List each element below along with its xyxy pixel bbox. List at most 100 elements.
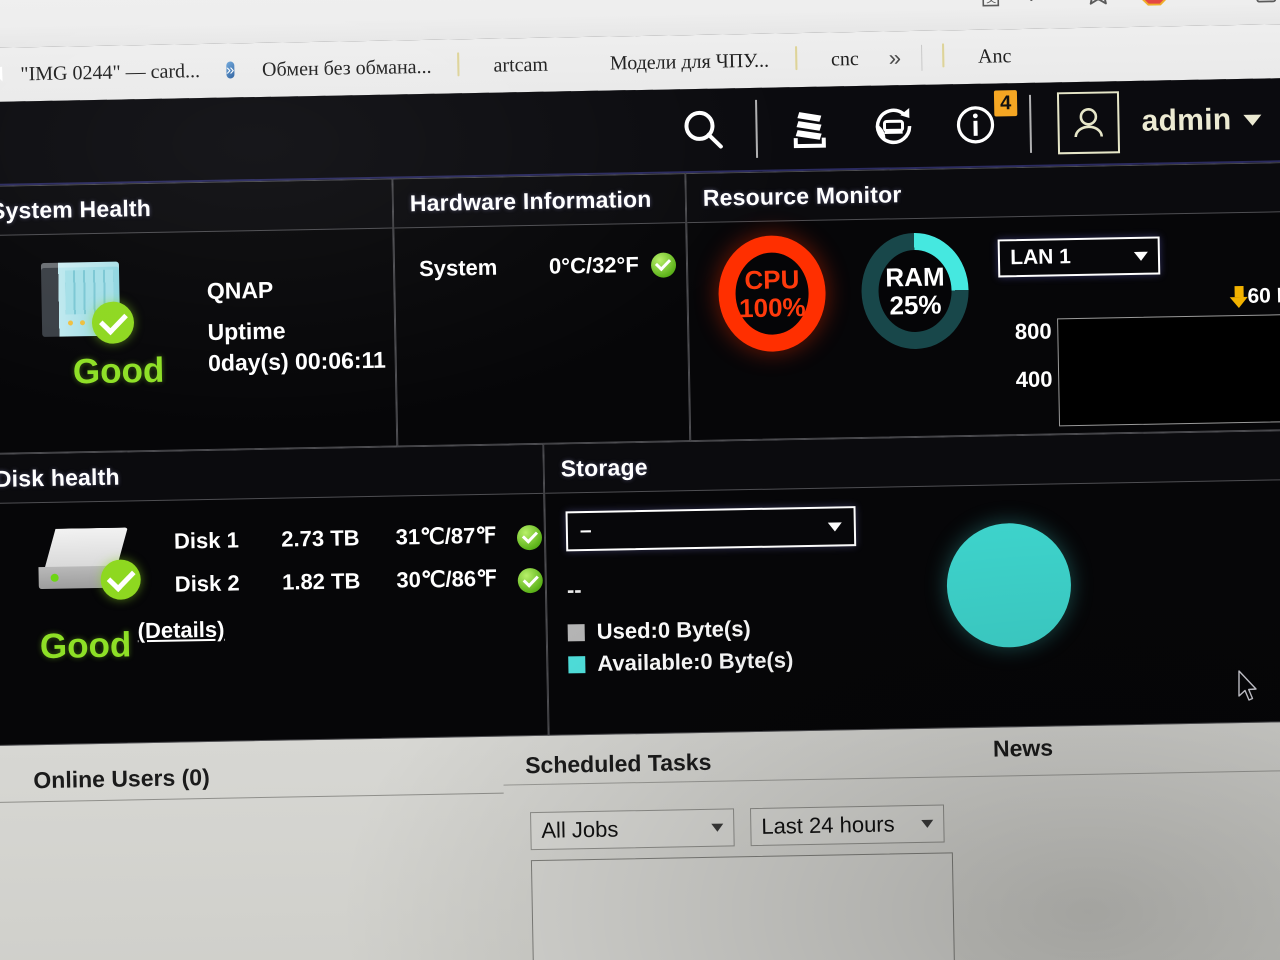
status-ok-icon [516, 524, 543, 550]
network-section: LAN 1 60 B/ 800 400 [997, 226, 1280, 427]
bookmark-item[interactable]: Anc [941, 43, 1012, 70]
screen-content: G 文 [0, 0, 1280, 960]
table-row: Disk 1 2.73 TB 31℃/87℉ [174, 520, 543, 568]
profile-icon[interactable] [1251, 0, 1280, 5]
cpu-gauge[interactable]: CPU 100% [717, 234, 827, 353]
file-station-icon[interactable] [781, 99, 838, 156]
system-health-status: Good [72, 350, 165, 392]
disk-temp: 31℃/87℉ [395, 522, 497, 550]
cpu-label: CPU [744, 264, 800, 296]
blue-oval-icon [574, 51, 600, 77]
share-icon[interactable] [1027, 0, 1058, 9]
disk-health-status: Good [39, 625, 132, 667]
disk-name: Disk 2 [174, 570, 240, 597]
extensions-icon[interactable] [1195, 0, 1226, 6]
network-chart-wrap: 800 400 [999, 313, 1280, 427]
storage-legend: Used:0 Byte(s) Available:0 Byte(s) [567, 606, 1280, 678]
bookmark-item[interactable]: cnc [794, 46, 859, 73]
backup-sync-icon[interactable] [865, 98, 922, 155]
avatar[interactable] [1057, 91, 1121, 155]
nas-device-icon [31, 255, 135, 345]
panel-resource-monitor: Resource Monitor CPU 100% RAM 25% LAN 1 … [685, 161, 1280, 442]
bookmarks-overflow-button[interactable]: » [889, 45, 902, 71]
user-name: admin [1141, 103, 1232, 138]
disk-details-link[interactable]: (Details) [137, 617, 224, 645]
adblock-icon[interactable] [1139, 0, 1170, 7]
y-tick: 800 [1014, 318, 1052, 345]
search-icon[interactable] [675, 101, 732, 158]
hardware-label: System [418, 254, 498, 282]
legend-item-available: Available:0 Byte(s) [568, 638, 1280, 678]
lan-select[interactable]: LAN 1 [997, 236, 1161, 278]
bookmark-label: cnc [830, 47, 859, 70]
time-range-value: Last 24 hours [761, 811, 895, 839]
chevron-down-icon [711, 823, 724, 832]
uptime-value: 0day(s) 00:06:11 [207, 346, 387, 377]
disk-size: 2.73 TB [281, 524, 360, 552]
legend-swatch-used [567, 623, 585, 641]
panel-hardware-information: Hardware Information System 0°C/32°F [392, 173, 691, 447]
uptime-label: Uptime [207, 317, 286, 345]
storage-volume-select[interactable]: – [565, 506, 857, 552]
bookmark-label: Обмен без обмана... [261, 55, 432, 81]
notification-badge: 4 [993, 90, 1018, 117]
scheduled-tasks-title: Scheduled Tasks [524, 748, 712, 779]
ram-label: RAM [885, 261, 945, 293]
jobs-filter-select[interactable]: All Jobs [530, 808, 735, 851]
storage-used-label: Used:0 Byte(s) [596, 616, 751, 644]
storage-available-label: Available:0 Byte(s) [597, 647, 794, 676]
bookmark-item[interactable]: artcam [457, 52, 548, 80]
dashboard: System Health Good QNAP Uptime 0day(s) 0… [0, 161, 1280, 747]
bottom-section: Online Users (0) Scheduled Tasks News Al… [0, 721, 1280, 960]
chart-y-axis: 800 400 [999, 318, 1053, 427]
bookmark-star-icon[interactable] [1083, 0, 1114, 8]
header-divider [755, 99, 759, 158]
user-menu[interactable]: admin [1141, 103, 1262, 139]
panel-system-health: System Health Good QNAP Uptime 0day(s) 0… [0, 178, 398, 455]
scheduled-tasks-controls: All Jobs Last 24 hours [530, 804, 945, 851]
translate-icon[interactable]: G 文 [971, 0, 1002, 10]
time-range-select[interactable]: Last 24 hours [749, 804, 945, 847]
bookmark-item[interactable]: » Обмен без обмана... [225, 54, 432, 84]
mouse-cursor [1237, 670, 1259, 704]
qnap-header-icons: 4 admin [661, 89, 1262, 162]
table-row: Disk 2 1.82 TB 30℃/86℉ [175, 563, 544, 611]
panel-title: System Health [0, 179, 393, 237]
disk-name: Disk 1 [173, 527, 240, 554]
folder-icon [457, 52, 483, 79]
hardware-value: 0°C/32°F [548, 252, 639, 279]
check-badge-icon [100, 559, 142, 600]
network-download-rate: 60 B/ [1243, 284, 1280, 309]
bookmark-label: artcam [493, 53, 549, 77]
panel-disk-health: Disk health Good Disk 1 2.73 TB 31℃/87℉ … [0, 443, 549, 747]
disk-status-cell [516, 520, 543, 562]
storage-subtitle: -- [566, 577, 582, 603]
svg-text:文: 文 [986, 0, 996, 6]
status-ok-icon [650, 251, 676, 278]
lan-select-value: LAN 1 [1009, 245, 1072, 270]
legend-swatch-available [568, 655, 586, 673]
chevron-down-icon [921, 819, 934, 828]
bookmark-label: Anc [977, 44, 1012, 68]
panel-body: Good QNAP Uptime 0day(s) 00:06:11 [0, 229, 396, 455]
hardware-row: System 0°C/32°F [394, 223, 686, 282]
cpu-value: 100% [738, 291, 806, 324]
panel-storage: Storage – -- Used:0 Byte(s) Available:0 … [543, 429, 1280, 736]
bookmark-item[interactable]: "IMG 0244" — card... [0, 58, 200, 88]
panel-body: Good Disk 1 2.73 TB 31℃/87℉ Disk 2 1.82 … [0, 494, 548, 746]
panel-body: – -- Used:0 Byte(s) Available:0 Byte(s) [545, 480, 1280, 736]
panel-title: Hardware Information [393, 174, 686, 229]
folder-icon [941, 43, 968, 70]
check-badge-icon [91, 301, 135, 345]
chevron-down-icon [827, 521, 842, 532]
y-tick: 400 [1015, 366, 1053, 393]
ram-gauge[interactable]: RAM 25% [860, 232, 970, 350]
info-icon[interactable]: 4 [949, 90, 1018, 153]
chevron-down-icon [1243, 114, 1262, 126]
bookmark-item[interactable]: Модели для ЧПУ... [574, 48, 770, 78]
header-divider [1029, 94, 1033, 153]
disk-size: 1.82 TB [281, 568, 361, 595]
disk-status-cell [517, 563, 544, 605]
folder-icon [794, 46, 821, 73]
bookmark-label: Модели для ЧПУ... [609, 49, 770, 75]
